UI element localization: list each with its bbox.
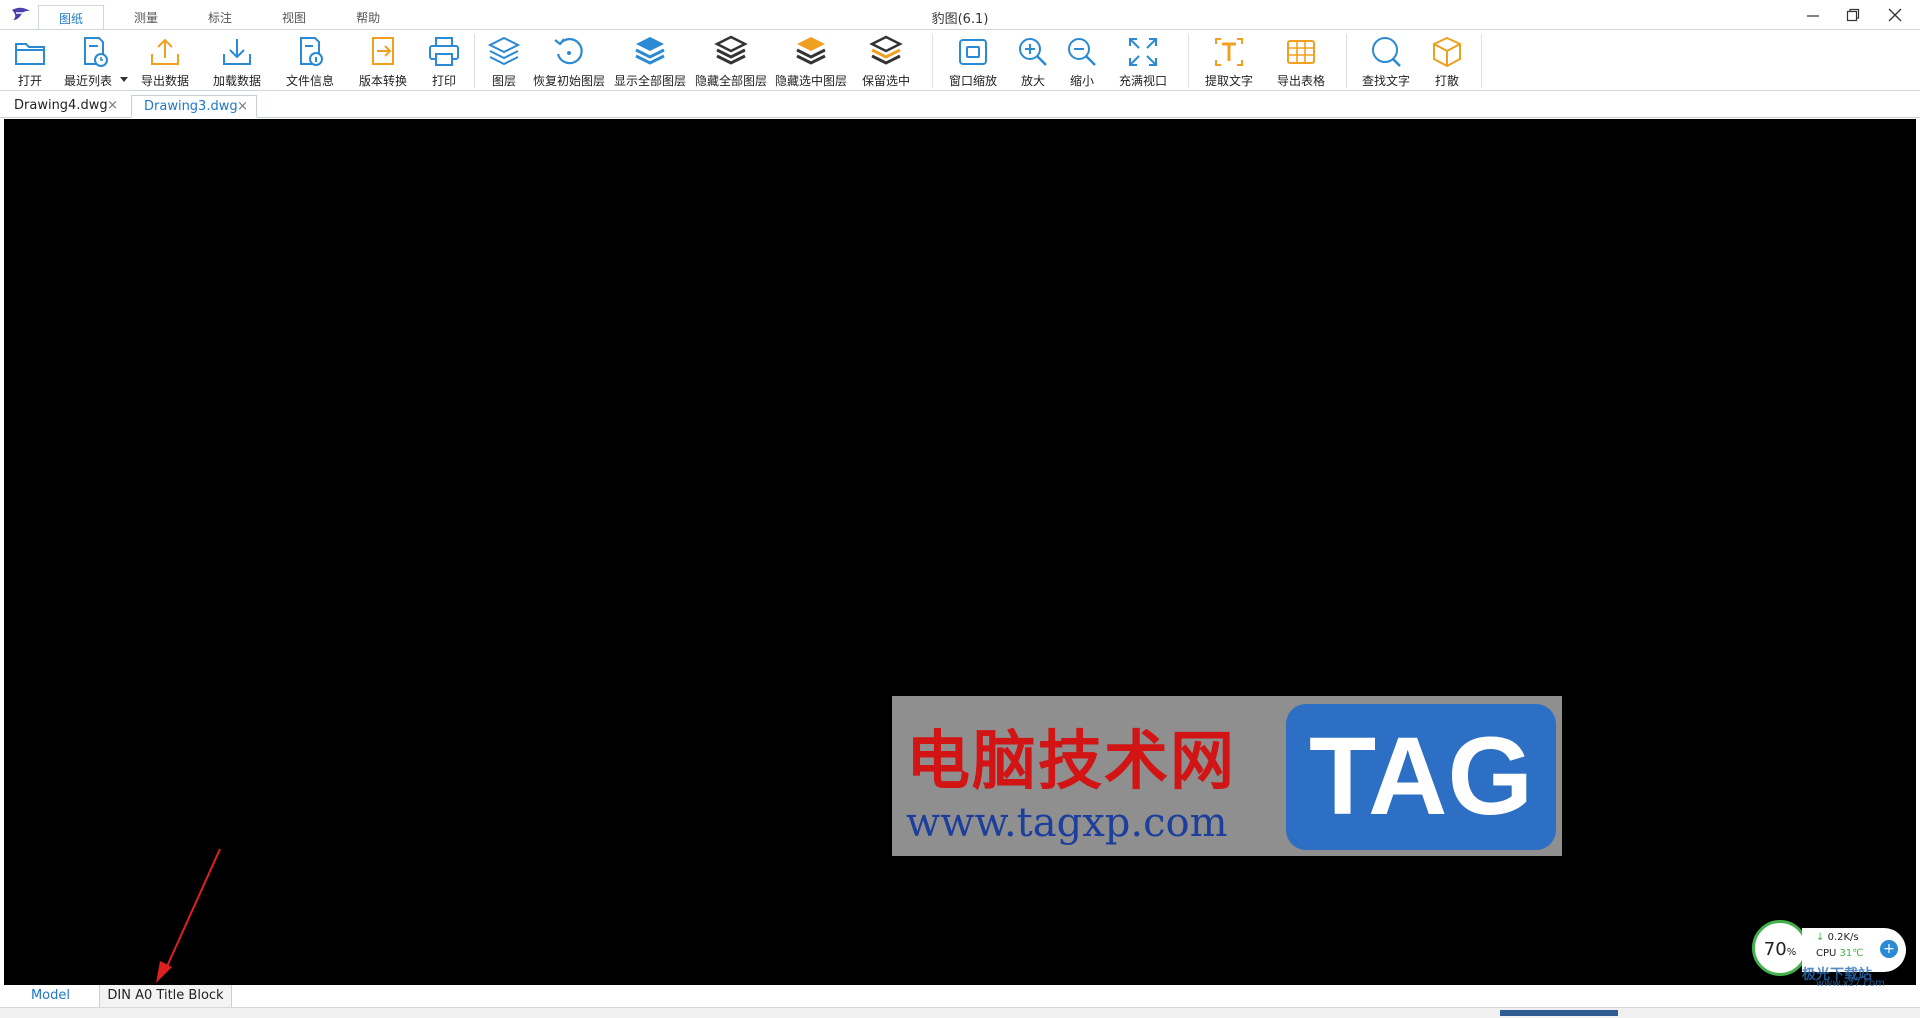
recent-list-button[interactable]: 最近列表 bbox=[62, 32, 128, 90]
export-table-button[interactable]: 导出表格 bbox=[1276, 32, 1326, 90]
text-extract-icon bbox=[1215, 38, 1243, 66]
ribbon-tabs: 图纸 测量 标注 视图 帮助 bbox=[38, 5, 410, 30]
open-button[interactable]: 打开 bbox=[10, 32, 50, 90]
red-arrow-annotation bbox=[156, 848, 221, 983]
export-data-button[interactable]: 导出数据 bbox=[140, 32, 190, 90]
layers-icon bbox=[487, 36, 521, 66]
ribbon-toolbar: 打开 最近列表 导出数据 加载数据 文件信息 版本转换 打印 图层 恢复初始图层… bbox=[0, 29, 1920, 91]
extract-text-button[interactable]: 提取文字 bbox=[1204, 32, 1254, 90]
doc-tab-drawing4[interactable]: Drawing4.dwg × bbox=[2, 95, 126, 118]
memory-percent: 70 bbox=[1763, 939, 1787, 960]
layers-dark-icon bbox=[714, 35, 748, 65]
close-tab-icon[interactable]: × bbox=[237, 96, 248, 118]
window-zoom-button[interactable]: 窗口缩放 bbox=[948, 32, 998, 90]
hide-selected-layers-label: 隐藏选中图层 bbox=[774, 74, 847, 88]
show-all-layers-label: 显示全部图层 bbox=[613, 74, 686, 88]
net-speed: ↓ 0.2K/s bbox=[1816, 932, 1859, 943]
layout-tabs: Model DIN A0 Title Block bbox=[0, 985, 1920, 1007]
app-logo-icon bbox=[12, 7, 30, 20]
layout-tab-title-block[interactable]: DIN A0 Title Block bbox=[100, 985, 232, 1007]
convert-icon bbox=[372, 37, 394, 65]
hide-all-layers-label: 隐藏全部图层 bbox=[694, 74, 767, 88]
folder-icon bbox=[15, 43, 45, 65]
tab-view[interactable]: 视图 bbox=[262, 5, 326, 30]
hide-all-layers-button[interactable]: 隐藏全部图层 bbox=[695, 32, 767, 90]
title-bar: 图纸 测量 标注 视图 帮助 豹图(6.1) bbox=[0, 0, 1920, 30]
memory-percent-unit: % bbox=[1786, 947, 1797, 958]
tab-drawing[interactable]: 图纸 bbox=[38, 5, 105, 30]
fullscreen-icon bbox=[1129, 38, 1157, 66]
add-icon[interactable]: + bbox=[1880, 940, 1898, 958]
watermark-url: www.tagxp.com bbox=[906, 800, 1228, 846]
table-icon bbox=[1287, 40, 1315, 64]
close-icon bbox=[1888, 8, 1902, 22]
fill-view-button[interactable]: 充满视口 bbox=[1118, 32, 1168, 90]
zoom-in-icon bbox=[1019, 38, 1047, 66]
keep-selected-button[interactable]: 保留选中 bbox=[862, 32, 910, 90]
cpu-label: CPU bbox=[1816, 948, 1837, 959]
watermark-site-name: 电脑技术网 bbox=[906, 724, 1236, 799]
recent-file-icon bbox=[84, 37, 108, 67]
cube-icon bbox=[1433, 36, 1461, 68]
doc-tab-label: Drawing3.dwg bbox=[144, 99, 238, 114]
doc-tab-drawing3[interactable]: Drawing3.dwg × bbox=[131, 95, 257, 118]
close-button[interactable] bbox=[1872, 0, 1918, 30]
keep-selected-label: 保留选中 bbox=[861, 74, 910, 88]
minimize-icon bbox=[1807, 15, 1819, 17]
export-table-label: 导出表格 bbox=[1276, 74, 1325, 88]
watermark-banner: 电脑技术网 www.tagxp.com TAG bbox=[892, 696, 1562, 856]
restore-layers-label: 恢复初始图层 bbox=[532, 74, 605, 88]
document-tabs: Drawing4.dwg × Drawing3.dwg × bbox=[0, 92, 1920, 118]
window-zoom-icon bbox=[959, 39, 987, 65]
upload-icon bbox=[151, 38, 179, 65]
status-indicator bbox=[1500, 1010, 1618, 1016]
layers-filled-icon bbox=[635, 37, 665, 65]
show-all-layers-button[interactable]: 显示全部图层 bbox=[614, 32, 686, 90]
load-data-button[interactable]: 加载数据 bbox=[212, 32, 262, 90]
find-text-button[interactable]: 查找文字 bbox=[1361, 32, 1411, 90]
layers-keep-icon bbox=[869, 35, 903, 65]
restore-layers-button[interactable]: 恢复初始图层 bbox=[533, 32, 605, 90]
hide-selected-layers-button[interactable]: 隐藏选中图层 bbox=[775, 32, 847, 90]
tab-help[interactable]: 帮助 bbox=[336, 5, 400, 30]
recent-list-label: 最近列表 bbox=[63, 74, 112, 88]
layout-tab-model[interactable]: Model bbox=[2, 985, 100, 1007]
layers-highlight-icon bbox=[796, 37, 826, 65]
close-tab-icon[interactable]: × bbox=[107, 95, 118, 117]
print-button[interactable]: 打印 bbox=[424, 32, 464, 90]
file-info-button[interactable]: 文件信息 bbox=[285, 32, 335, 90]
fill-view-label: 充满视口 bbox=[1118, 74, 1167, 88]
search-icon bbox=[1372, 37, 1401, 67]
cpu-temp: 31℃ bbox=[1839, 948, 1864, 959]
download-icon bbox=[223, 39, 251, 65]
memory-gauge[interactable]: 70% bbox=[1752, 920, 1808, 976]
tab-measure[interactable]: 测量 bbox=[114, 5, 178, 30]
explode-label: 打散 bbox=[1434, 74, 1459, 88]
system-monitor-widget: 70% ↓ 0.2K/s CPU 31℃ + 极光下载站 www.xz7.com bbox=[1752, 920, 1910, 989]
restore-icon bbox=[1846, 8, 1860, 22]
printer-icon bbox=[429, 37, 459, 66]
version-convert-button[interactable]: 版本转换 bbox=[358, 32, 408, 90]
app-window: 图纸 测量 标注 视图 帮助 豹图(6.1) 打开 最近列表 导出数据 加载数据… bbox=[0, 0, 1920, 1018]
zoom-out-icon bbox=[1068, 38, 1096, 66]
toolbar-separator bbox=[1481, 34, 1482, 88]
cpu-readout: CPU 31℃ bbox=[1816, 948, 1864, 959]
site-mark-url: www.xz7.com bbox=[1816, 978, 1885, 989]
layers-button[interactable]: 图层 bbox=[484, 32, 524, 90]
zoom-out-button[interactable]: 缩小 bbox=[1062, 32, 1102, 90]
restore-button[interactable] bbox=[1830, 0, 1876, 30]
tab-annotate[interactable]: 标注 bbox=[188, 5, 252, 30]
file-info-icon bbox=[300, 37, 323, 66]
explode-button[interactable]: 打散 bbox=[1427, 32, 1467, 90]
doc-tab-label: Drawing4.dwg bbox=[14, 98, 108, 113]
watermark-badge: TAG bbox=[1286, 704, 1556, 850]
restore-icon bbox=[554, 38, 583, 65]
status-bar bbox=[0, 1007, 1920, 1018]
